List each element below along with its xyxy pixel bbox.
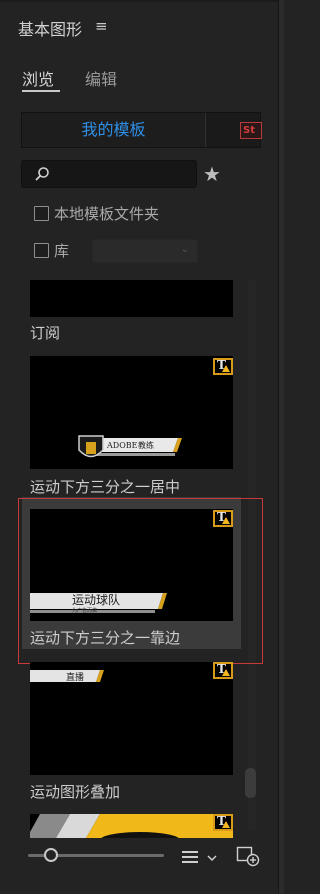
lower-third-center-graphic: ADOBE 教练 <box>30 356 233 469</box>
slider-handle[interactable] <box>44 848 58 862</box>
template-source-toggle: 我的模板 St <box>21 112 262 148</box>
caption-live: 直播 <box>66 671 84 683</box>
library-dropdown[interactable]: ⌄ <box>92 239 198 263</box>
sort-list-icon <box>182 851 217 863</box>
panel-top-border <box>0 0 284 2</box>
motion-overlay-graphic: 直播 <box>30 662 233 775</box>
partial-template-graphic <box>30 814 233 838</box>
adobe-stock-button[interactable]: St <box>240 122 262 139</box>
template-label[interactable]: 订阅 <box>30 322 60 343</box>
new-item-button[interactable] <box>236 845 260 867</box>
caption-sub: 为广告而做 <box>72 607 97 614</box>
star-icon[interactable]: ★ <box>203 162 221 186</box>
sort-list-button[interactable] <box>182 848 222 868</box>
scrollbar-track[interactable] <box>248 280 256 830</box>
template-label[interactable]: 运动下方三分之一靠边 <box>30 627 180 648</box>
segment-divider <box>205 113 206 147</box>
lower-third-edge-graphic: 运动球队 为广告而做 <box>30 509 233 621</box>
template-label[interactable]: 运动图形叠加 <box>30 781 120 802</box>
missing-font-warning-icon: T <box>213 814 233 831</box>
caption-adobe: ADOBE <box>106 441 138 450</box>
hamburger-menu-icon[interactable]: ≡ <box>95 17 108 35</box>
active-tab-indicator <box>22 90 60 92</box>
scrollbar-thumb[interactable] <box>245 768 256 798</box>
search-input[interactable] <box>21 160 197 188</box>
missing-font-warning-icon: T <box>213 358 233 375</box>
template-label[interactable]: 运动下方三分之一居中 <box>30 476 180 497</box>
tab-edit[interactable]: 编辑 <box>85 66 117 90</box>
missing-font-warning-icon: T <box>213 510 233 527</box>
caption-coach: 教练 <box>138 440 154 450</box>
template-thumbnail-edge[interactable]: 运动球队 为广告而做 <box>30 509 233 621</box>
chevron-down-icon: ⌄ <box>180 244 189 255</box>
essential-graphics-panel: 基本图形 ≡ 浏览 编辑 我的模板 St ★ 本地模板文件夹 库 ⌄ 订阅 AD… <box>0 0 284 894</box>
local-templates-label: 本地模板文件夹 <box>54 205 160 223</box>
new-item-icon <box>236 846 260 867</box>
template-thumbnail-partial[interactable] <box>30 814 233 838</box>
my-templates-button[interactable]: 我的模板 <box>22 113 205 147</box>
local-templates-checkbox[interactable] <box>34 206 49 221</box>
library-checkbox[interactable] <box>34 243 49 258</box>
panel-right-edge <box>278 0 284 894</box>
library-label: 库 <box>54 242 70 260</box>
template-thumbnail-subscribe[interactable] <box>30 280 233 317</box>
template-thumbnail-overlay[interactable]: 直播 <box>30 662 233 775</box>
template-thumbnail-center[interactable]: ADOBE 教练 <box>30 356 233 469</box>
search-icon <box>35 167 49 181</box>
tab-browse[interactable]: 浏览 <box>22 66 54 90</box>
panel-title: 基本图形 <box>18 20 83 39</box>
missing-font-warning-icon: T <box>213 662 233 679</box>
caption-team: 运动球队 <box>72 592 120 607</box>
